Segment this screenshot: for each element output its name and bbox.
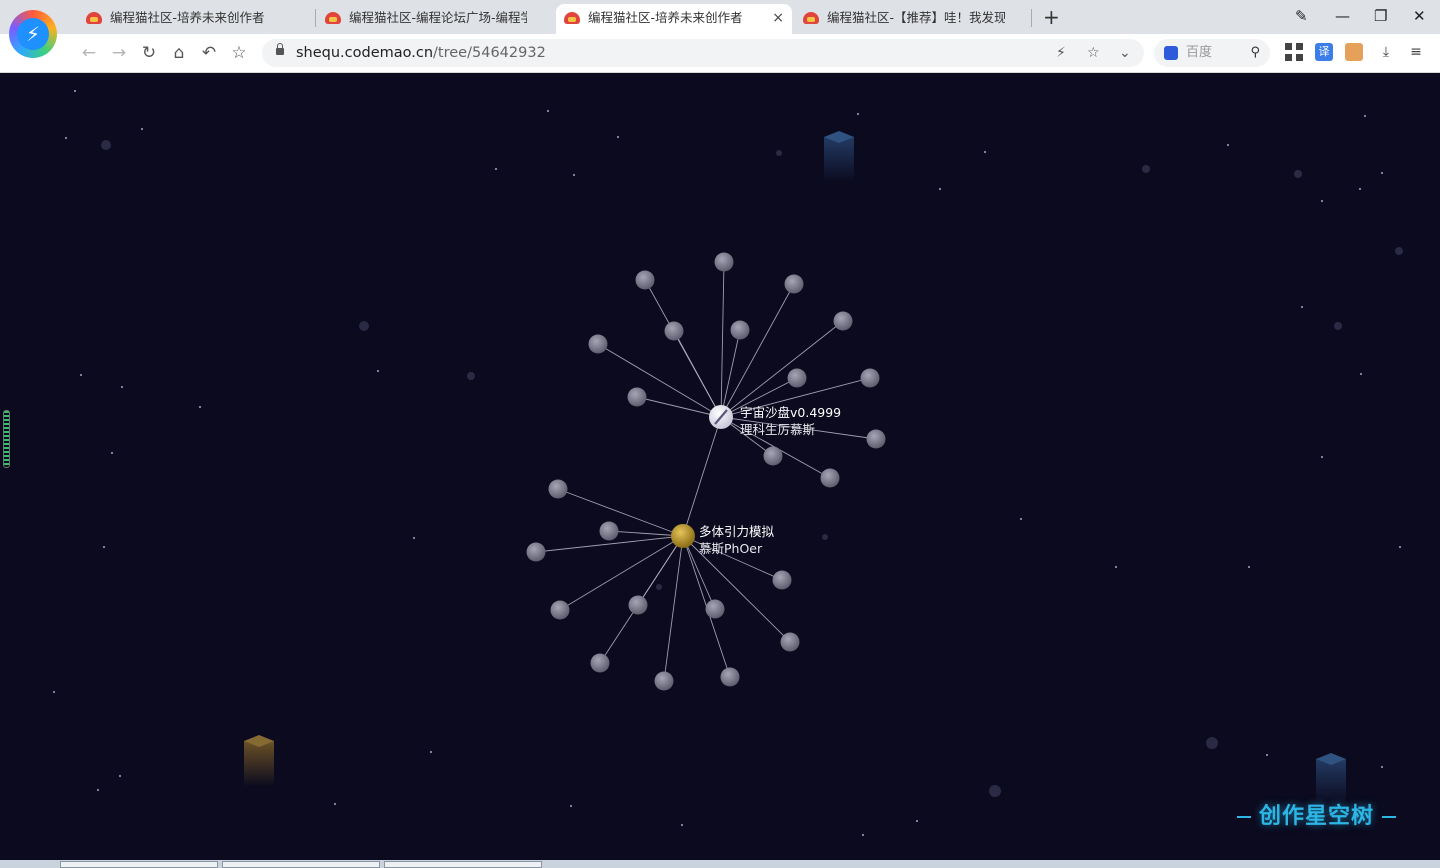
url-path: /tree/54642932 xyxy=(433,45,546,61)
work-node[interactable] xyxy=(590,653,610,673)
work-node[interactable] xyxy=(784,274,804,294)
root-node-author: 理科生厉慕斯 xyxy=(740,422,816,437)
root-node-title: 宇宙沙盘v0.4999 xyxy=(740,405,842,420)
window-close-button[interactable]: ✕ xyxy=(1413,6,1426,26)
brand-title: 创作星空树 xyxy=(1229,798,1404,832)
tree-branch xyxy=(663,535,684,682)
side-progress-handle[interactable] xyxy=(3,410,10,468)
download-icon[interactable]: ⤓ xyxy=(1377,43,1395,61)
work-node[interactable] xyxy=(772,570,792,590)
child-node-label[interactable]: 多体引力模拟 慕斯PhOer xyxy=(699,523,774,557)
work-node[interactable] xyxy=(866,429,886,449)
browser-logo-icon[interactable]: ⚡ xyxy=(9,10,57,58)
work-node[interactable] xyxy=(628,595,648,615)
tree-graph xyxy=(526,252,886,691)
taskbar-item[interactable] xyxy=(60,861,218,868)
work-node[interactable] xyxy=(635,270,655,290)
child-work-node[interactable] xyxy=(671,524,695,548)
codemao-favicon-icon xyxy=(803,12,819,24)
taskbar-item[interactable] xyxy=(222,861,380,868)
work-node[interactable] xyxy=(720,667,740,687)
star-icon[interactable]: ☆ xyxy=(1087,39,1100,67)
work-node[interactable] xyxy=(763,446,783,466)
work-node[interactable] xyxy=(664,321,684,341)
tab-title: 编程猫社区-培养未来创作者 xyxy=(588,10,743,25)
star-tree-canvas[interactable]: 宇宙沙盘v0.4999 理科生厉慕斯 多体引力模拟 慕斯PhOer 创作星空树 xyxy=(0,73,1440,860)
root-node-label[interactable]: 宇宙沙盘v0.4999 理科生厉慕斯 xyxy=(740,404,841,438)
work-node[interactable] xyxy=(548,479,568,499)
work-node[interactable] xyxy=(599,521,619,541)
work-node[interactable] xyxy=(833,311,853,331)
minimize-button[interactable]: — xyxy=(1335,6,1350,26)
tree-branch xyxy=(720,261,725,418)
extension-icon[interactable] xyxy=(1345,43,1363,61)
note-icon[interactable]: ✎ xyxy=(1295,6,1308,26)
os-taskbar xyxy=(0,860,1440,868)
lock-icon xyxy=(276,43,284,55)
child-node-title: 多体引力模拟 xyxy=(699,524,775,539)
restore-button[interactable]: ❐ xyxy=(1374,6,1387,26)
codemao-favicon-icon xyxy=(325,12,341,24)
work-node[interactable] xyxy=(705,599,725,619)
gold-crystal-decoration xyxy=(244,741,274,787)
back-button[interactable]: ← xyxy=(77,41,101,65)
work-node[interactable] xyxy=(588,334,608,354)
address-bar[interactable]: shequ.codemao.cn/tree/54642932 ⚡ ☆ ⌄ xyxy=(262,39,1144,67)
tab-1[interactable]: 编程猫社区-培养未来创作者 xyxy=(78,4,314,34)
search-box[interactable]: 百度 ⚲ xyxy=(1154,39,1270,67)
blue-crystal-decoration xyxy=(824,137,854,183)
browser-toolbar: ← → ↻ ⌂ ↶ ☆ shequ.codemao.cn/tree/546429… xyxy=(0,34,1440,73)
work-node[interactable] xyxy=(714,252,734,272)
tab-separator xyxy=(315,9,316,27)
work-node[interactable] xyxy=(860,368,880,388)
url-text[interactable]: shequ.codemao.cn/tree/54642932 xyxy=(296,39,546,67)
work-node[interactable] xyxy=(526,542,546,562)
work-node[interactable] xyxy=(550,600,570,620)
qr-code-icon[interactable] xyxy=(1285,43,1303,61)
work-node[interactable] xyxy=(787,368,807,388)
tab-bar: 编程猫社区-培养未来创作者 编程猫社区-编程论坛广场-编程学习 编程猫社区-培养… xyxy=(0,0,1440,34)
tab-4[interactable]: 编程猫社区-【推荐】哇！我发现了宝 xyxy=(795,4,1031,34)
tab-separator xyxy=(1031,9,1032,27)
bookmark-button[interactable]: ☆ xyxy=(227,41,251,65)
menu-icon[interactable]: ≡ xyxy=(1407,43,1425,61)
tree-branch xyxy=(682,416,722,537)
tab-title: 编程猫社区-培养未来创作者 xyxy=(110,10,265,25)
child-node-author: 慕斯PhOer xyxy=(699,541,763,556)
taskbar-item[interactable] xyxy=(384,861,542,868)
tree-branch xyxy=(636,396,722,418)
chevron-down-icon[interactable]: ⌄ xyxy=(1119,39,1131,67)
new-tab-button[interactable]: + xyxy=(1043,4,1060,30)
codemao-favicon-icon xyxy=(86,12,102,24)
tab-3-active[interactable]: 编程猫社区-培养未来创作者 × xyxy=(556,4,792,34)
tab-title: 编程猫社区-【推荐】哇！我发现了宝 xyxy=(827,10,1005,25)
search-engine-label: 百度 xyxy=(1186,45,1213,60)
work-node[interactable] xyxy=(780,632,800,652)
tree-branch xyxy=(720,283,795,418)
baidu-icon xyxy=(1164,46,1178,60)
undo-close-button[interactable]: ↶ xyxy=(197,41,221,65)
work-node[interactable] xyxy=(730,320,750,340)
tab-2[interactable]: 编程猫社区-编程论坛广场-编程学习 xyxy=(317,4,553,34)
tree-branch xyxy=(673,330,722,418)
forward-button[interactable]: → xyxy=(107,41,131,65)
url-host: shequ.codemao.cn xyxy=(296,45,434,61)
tab-title: 编程猫社区-编程论坛广场-编程学习 xyxy=(349,10,527,25)
tree-branch xyxy=(557,488,684,537)
lightning-icon[interactable]: ⚡ xyxy=(1056,39,1066,67)
brand-title-text: 创作星空树 xyxy=(1259,804,1375,829)
codemao-favicon-icon xyxy=(564,12,580,24)
tree-branch xyxy=(597,343,722,418)
search-icon[interactable]: ⚲ xyxy=(1250,39,1260,67)
work-node[interactable] xyxy=(820,468,840,488)
tab-close-icon[interactable]: × xyxy=(772,4,784,32)
home-button[interactable]: ⌂ xyxy=(167,41,191,65)
work-node[interactable] xyxy=(627,387,647,407)
work-node[interactable] xyxy=(654,671,674,691)
translate-icon[interactable]: 译 xyxy=(1315,43,1333,61)
reload-button[interactable]: ↻ xyxy=(137,41,161,65)
